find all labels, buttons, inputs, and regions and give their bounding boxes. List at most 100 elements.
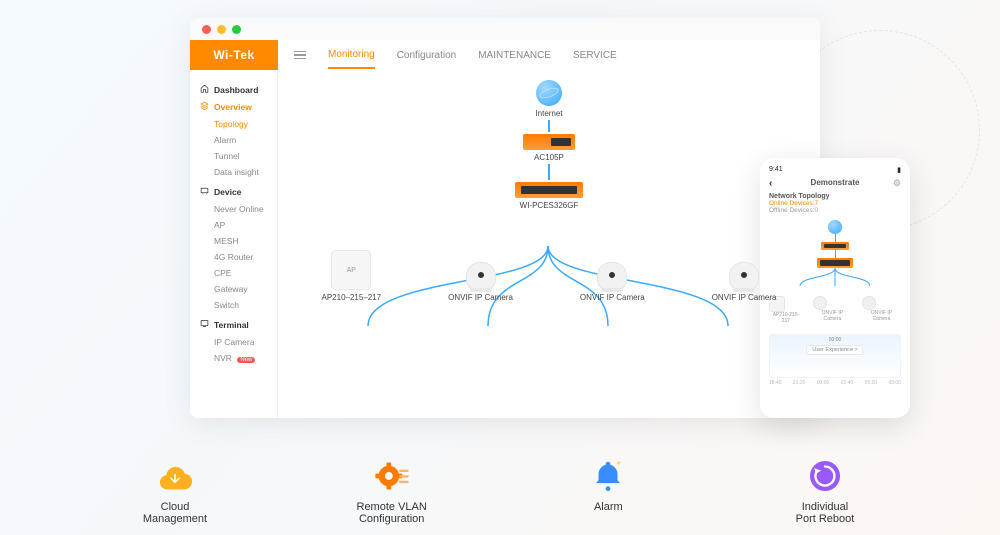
topology-canvas: Internet AC105P WI-PCES326GF AP <box>278 70 820 418</box>
app-window: Wi‑Tek Monitoring Configuration MAINTENA… <box>190 18 820 418</box>
switch-icon <box>515 182 583 198</box>
node-label: AP210–215–217 <box>322 293 382 302</box>
node-label: ONVIF IP Camera <box>813 310 852 322</box>
node-camera[interactable]: ONVIF IP Camera <box>448 250 513 302</box>
hamburger-icon[interactable] <box>294 51 306 60</box>
node-label: ONVIF IP Camera <box>448 293 513 302</box>
node-internet[interactable]: Internet <box>535 80 562 118</box>
feature-label: Remote VLAN Configuration <box>357 501 427 525</box>
sidebar-item-switch[interactable]: Switch <box>200 297 277 313</box>
phone-titlebar: ‹ Demonstrate ⚙ <box>769 178 901 187</box>
router-icon <box>523 134 575 150</box>
window-titlebar <box>190 18 820 40</box>
cloud-icon <box>156 457 194 495</box>
globe-icon <box>536 80 562 106</box>
feature-label: Cloud Management <box>143 501 207 525</box>
phone-title: Demonstrate <box>811 178 860 187</box>
battery-icon: ▮ <box>897 166 901 174</box>
sidebar-item-mesh[interactable]: MESH <box>200 233 277 249</box>
xaxis-tick: 02:40 <box>841 380 854 386</box>
feature-label: Alarm <box>594 501 623 513</box>
back-icon[interactable]: ‹ <box>769 178 772 189</box>
refresh-icon <box>806 457 844 495</box>
topology-link <box>548 164 550 180</box>
feature-label: Individual Port Reboot <box>796 501 855 525</box>
close-icon[interactable] <box>202 25 211 34</box>
minimize-icon[interactable] <box>217 25 226 34</box>
tab-configuration[interactable]: Configuration <box>397 43 456 68</box>
camera-icon <box>862 296 876 310</box>
feature-reboot: Individual Port Reboot <box>750 457 900 525</box>
topology-link <box>548 120 550 132</box>
logo: Wi‑Tek <box>190 40 278 70</box>
xaxis-tick: 05:20 <box>865 380 878 386</box>
topology-link <box>835 234 836 242</box>
sidebar-item-topology[interactable]: Topology <box>200 116 277 132</box>
ap-icon: AP <box>331 250 371 290</box>
sidebar-label: Dashboard <box>214 85 258 95</box>
feature-row: Cloud Management Remote VLAN Configurati… <box>100 457 900 525</box>
xaxis-tick: 08:00 <box>888 380 901 386</box>
node-label: ONVIF IP Camera <box>580 293 645 302</box>
sidebar-item-4g-router[interactable]: 4G Router <box>200 249 277 265</box>
sidebar-item-nvr[interactable]: NVR New <box>200 350 277 366</box>
xaxis-tick: 00:00 <box>817 380 830 386</box>
sidebar-group-overview[interactable]: Overview <box>200 101 277 112</box>
gear-icon[interactable]: ⚙ <box>893 178 901 189</box>
device-icon <box>200 186 209 197</box>
sidebar-item-alarm[interactable]: Alarm <box>200 132 277 148</box>
sidebar-item-tunnel[interactable]: Tunnel <box>200 148 277 164</box>
tab-service[interactable]: SERVICE <box>573 43 617 68</box>
tab-maintenance[interactable]: MAINTENANCE <box>478 43 551 68</box>
phone-time: 9:41 <box>769 166 783 174</box>
sidebar-item-label: NVR <box>214 353 232 363</box>
node-ap[interactable]: AP AP210–215–217 <box>322 250 382 302</box>
user-experience-button[interactable]: User Experience > <box>806 345 863 355</box>
camera-icon <box>724 250 764 290</box>
app-header: Wi‑Tek Monitoring Configuration MAINTENA… <box>190 40 820 70</box>
globe-icon <box>828 220 842 234</box>
sidebar-label: Overview <box>214 102 252 112</box>
node-camera[interactable]: ONVIF IP Camera <box>580 250 645 302</box>
gear-icon <box>373 457 411 495</box>
camera-icon <box>592 250 632 290</box>
topology-link <box>835 250 836 258</box>
sidebar-item-never-online[interactable]: Never Online <box>200 201 277 217</box>
node-label: ONVIF IP Camera <box>712 293 777 302</box>
sidebar-item-cpe[interactable]: CPE <box>200 265 277 281</box>
phone-statusbar: 9:41 ▮ <box>769 166 901 174</box>
main-tabs: Monitoring Configuration MAINTENANCE SER… <box>278 40 617 70</box>
home-icon <box>200 84 209 95</box>
chart-time: 00:00 <box>829 337 842 343</box>
xaxis-tick: 21:20 <box>793 380 806 386</box>
sidebar: Dashboard Overview Topology Alarm Tunnel… <box>190 70 278 418</box>
new-badge: New <box>237 357 255 363</box>
sidebar-item-ip-camera[interactable]: IP Camera <box>200 334 277 350</box>
switch-icon <box>817 258 853 268</box>
sidebar-item-gateway[interactable]: Gateway <box>200 281 277 297</box>
node-camera[interactable]: ONVIF IP Camera <box>712 250 777 302</box>
layers-icon <box>200 101 209 112</box>
sidebar-label: Device <box>214 187 241 197</box>
node-label: ONVIF IP Camera <box>862 310 901 322</box>
node-label: AP210-215-217 <box>769 312 803 324</box>
node-gateway[interactable]: AC105P <box>523 134 575 162</box>
bell-icon <box>589 457 627 495</box>
phone-online: Online Devices:7 <box>769 200 901 207</box>
camera-icon <box>461 250 501 290</box>
terminal-icon <box>200 319 209 330</box>
feature-alarm: Alarm <box>533 457 683 525</box>
node-switch[interactable]: WI-PCES326GF <box>515 182 583 210</box>
tab-monitoring[interactable]: Monitoring <box>328 42 375 69</box>
node-label: WI-PCES326GF <box>520 201 579 210</box>
sidebar-group-device[interactable]: Device <box>200 186 277 197</box>
sidebar-item-ap[interactable]: AP <box>200 217 277 233</box>
sidebar-group-dashboard[interactable]: Dashboard <box>200 84 277 95</box>
node-label: AC105P <box>534 153 564 162</box>
sidebar-group-terminal[interactable]: Terminal <box>200 319 277 330</box>
maximize-icon[interactable] <box>232 25 241 34</box>
feature-cloud: Cloud Management <box>100 457 250 525</box>
feature-vlan: Remote VLAN Configuration <box>317 457 467 525</box>
router-icon <box>821 242 849 250</box>
sidebar-item-data-insight[interactable]: Data insight <box>200 164 277 180</box>
